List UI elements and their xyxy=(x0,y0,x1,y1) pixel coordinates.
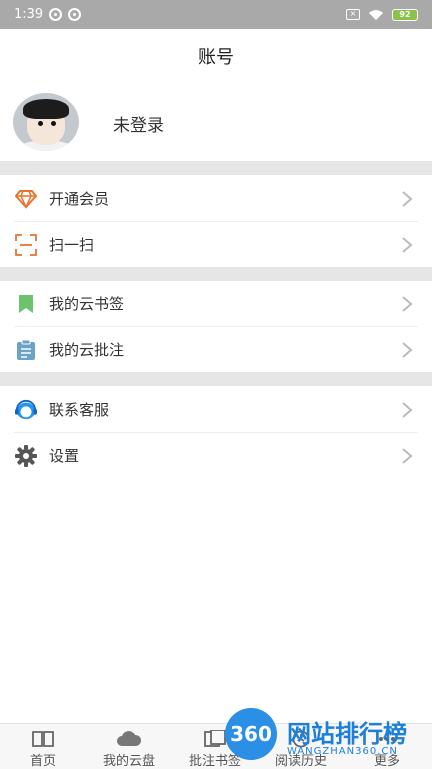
chevron-right-icon xyxy=(402,447,413,464)
page-header: 账号 xyxy=(0,29,432,84)
no-sim-icon: × xyxy=(346,9,360,20)
tab-label: 我的云盘 xyxy=(102,754,155,769)
menu-item-label: 开通会员 xyxy=(49,190,110,208)
headset-icon xyxy=(15,399,37,421)
cloud-icon xyxy=(117,731,142,746)
page-title: 账号 xyxy=(198,47,234,68)
notification-icon-2 xyxy=(68,8,82,21)
menu-item-label: 设置 xyxy=(49,447,80,465)
menu-item-scan[interactable]: 扫一扫 xyxy=(0,222,432,267)
menu-item-cloud-bookmarks[interactable]: 我的云书签 xyxy=(0,281,432,326)
menu-item-label: 我的云批注 xyxy=(49,341,125,359)
menu-item-settings[interactable]: 设置 xyxy=(0,433,432,478)
section-gap xyxy=(0,372,432,386)
notes-icon xyxy=(204,730,226,747)
notification-icon xyxy=(49,8,63,21)
status-bar: 1:39 × 92 xyxy=(0,0,432,29)
login-status[interactable]: 未登录 xyxy=(113,111,164,136)
book-icon xyxy=(32,731,54,747)
menu-item-label: 联系客服 xyxy=(49,401,110,419)
watermark-subtitle: WANGZHAN360.CN xyxy=(287,746,398,757)
watermark-logo: 360 网站排行榜 WANGZHAN360.CN xyxy=(225,706,432,768)
tab-cloud-drive[interactable]: 我的云盘 xyxy=(86,724,172,769)
watermark-badge: 360 xyxy=(225,708,277,760)
chevron-right-icon xyxy=(402,341,413,358)
avatar[interactable] xyxy=(13,93,79,151)
menu-item-vip[interactable]: 开通会员 xyxy=(0,176,432,221)
chevron-right-icon xyxy=(402,295,413,312)
diamond-icon xyxy=(15,188,37,210)
section-gap xyxy=(0,267,432,281)
wifi-icon xyxy=(369,9,383,20)
chevron-right-icon xyxy=(402,236,413,253)
status-time: 1:39 xyxy=(14,7,44,22)
section-gap xyxy=(0,161,432,175)
clipboard-icon xyxy=(15,339,37,361)
battery-icon: 92 xyxy=(392,8,418,21)
menu-item-cloud-annotations[interactable]: 我的云批注 xyxy=(0,327,432,372)
chevron-right-icon xyxy=(402,401,413,418)
profile-section[interactable]: 未登录 xyxy=(0,83,432,161)
tab-home[interactable]: 首页 xyxy=(0,724,86,769)
scan-icon xyxy=(15,233,37,256)
menu-item-label: 扫一扫 xyxy=(49,236,95,254)
bookmark-icon xyxy=(15,293,37,315)
tab-label: 首页 xyxy=(29,754,56,769)
chevron-right-icon xyxy=(402,190,413,207)
gear-icon xyxy=(15,444,37,467)
watermark-title: 网站排行榜 xyxy=(287,720,407,748)
menu-item-label: 我的云书签 xyxy=(49,295,125,313)
menu-item-customer-service[interactable]: 联系客服 xyxy=(0,387,432,432)
